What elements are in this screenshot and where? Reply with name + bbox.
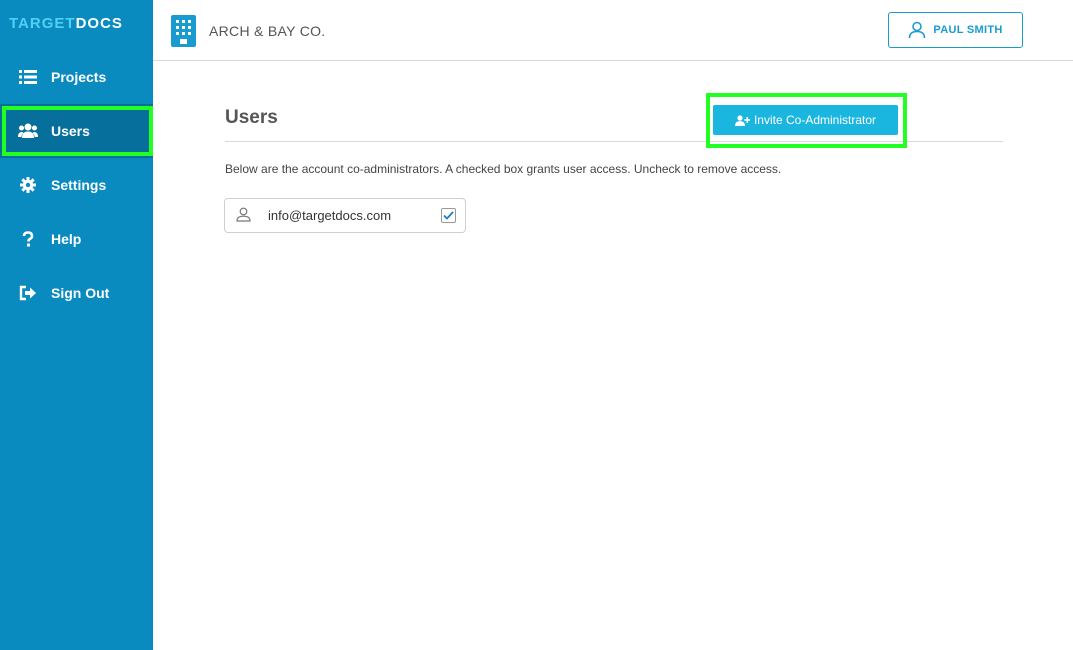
sidebar-item-label: Projects: [51, 69, 107, 85]
brand-logo[interactable]: TARGETDOCS: [9, 15, 123, 32]
org-name: ARCH & BAY CO.: [209, 23, 326, 39]
users-icon: [18, 121, 38, 141]
sidebar-item-label: Users: [51, 123, 90, 139]
app-window: TARGETDOCS Projects Users Settings Help …: [0, 0, 1073, 650]
sidebar-item-help[interactable]: Help: [0, 212, 153, 266]
sidebar-item-settings[interactable]: Settings: [0, 158, 153, 212]
sidebar-item-label: Help: [51, 231, 82, 247]
sidebar: TARGETDOCS Projects Users Settings Help …: [0, 0, 153, 650]
building-icon: [171, 15, 196, 47]
list-icon: [18, 67, 38, 87]
invite-co-administrator-button[interactable]: Invite Co-Administrator: [713, 105, 898, 135]
description-text: Below are the account co-administrators.…: [225, 162, 782, 176]
user-name: PAUL SMITH: [933, 24, 1003, 36]
logo-part-docs: DOCS: [75, 15, 123, 32]
checkmark-icon: [443, 211, 454, 220]
sidebar-nav: Projects Users Settings Help Sign Out: [0, 50, 153, 320]
sidebar-item-label: Sign Out: [51, 285, 110, 301]
user-account-button[interactable]: PAUL SMITH: [888, 12, 1023, 48]
sidebar-item-users[interactable]: Users: [0, 104, 153, 158]
top-bar: ARCH & BAY CO. PAUL SMITH: [153, 0, 1073, 61]
sidebar-item-projects[interactable]: Projects: [0, 50, 153, 104]
page-title: Users: [225, 107, 278, 128]
user-icon: [908, 21, 926, 39]
question-icon: [18, 229, 38, 249]
access-checkbox[interactable]: [441, 208, 456, 223]
user-icon: [236, 207, 251, 222]
list-item: info@targetdocs.com: [224, 198, 466, 233]
user-email: info@targetdocs.com: [268, 208, 392, 223]
gear-icon: [18, 175, 38, 195]
user-plus-icon: [734, 114, 750, 126]
sidebar-item-sign-out[interactable]: Sign Out: [0, 266, 153, 320]
sidebar-item-label: Settings: [51, 177, 107, 193]
sign-out-icon: [18, 283, 38, 303]
logo-part-target: TARGET: [9, 15, 76, 32]
invite-button-label: Invite Co-Administrator: [753, 113, 877, 127]
